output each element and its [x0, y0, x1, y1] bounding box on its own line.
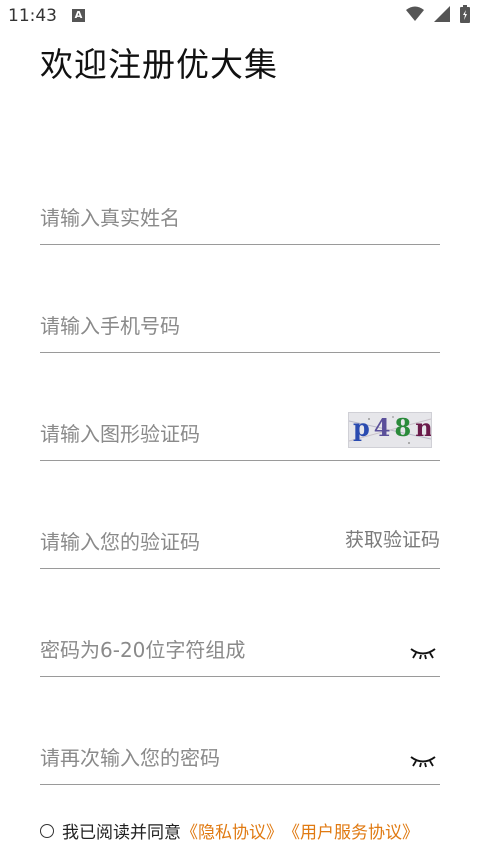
captcha-text: p48n — [353, 413, 431, 442]
confirm-password-field — [40, 724, 440, 785]
confirm-password-input[interactable] — [40, 746, 320, 770]
captcha-char: 8 — [394, 413, 416, 442]
captcha-char: n — [415, 413, 431, 442]
status-icons — [406, 5, 470, 23]
name-field — [40, 184, 440, 245]
notification-icon: A — [72, 9, 85, 22]
password-field — [40, 616, 440, 677]
sms-code-input[interactable] — [40, 530, 320, 554]
captcha-char: 4 — [373, 413, 395, 442]
graphic-code-input[interactable] — [40, 422, 320, 446]
password-input[interactable] — [40, 638, 320, 662]
graphic-code-field: p48n — [40, 400, 440, 461]
agreement-radio[interactable] — [40, 823, 54, 838]
terms-link[interactable]: 《用户服务协议》 — [283, 818, 419, 843]
name-input[interactable] — [40, 206, 320, 230]
captcha-char: p — [353, 413, 374, 442]
captcha-image[interactable]: p48n — [348, 412, 432, 448]
get-code-button[interactable]: 获取验证码 — [345, 525, 440, 552]
agreement-row: 我已阅读并同意 《隐私协议》 《用户服务协议》 — [40, 818, 419, 843]
agreement-text: 我已阅读并同意 — [62, 823, 181, 843]
eye-closed-icon[interactable] — [410, 754, 436, 768]
eye-closed-icon[interactable] — [410, 646, 436, 660]
signal-icon — [434, 6, 450, 22]
phone-field — [40, 292, 440, 353]
phone-input[interactable] — [40, 314, 320, 338]
privacy-link[interactable]: 《隐私协议》 — [181, 818, 283, 843]
wifi-icon — [406, 6, 424, 21]
battery-icon — [460, 5, 470, 23]
status-bar: 11:43 A — [0, 0, 480, 32]
status-time: 11:43 — [8, 6, 57, 26]
page-title: 欢迎注册优大集 — [40, 45, 278, 84]
sms-code-field: 获取验证码 — [40, 508, 440, 569]
